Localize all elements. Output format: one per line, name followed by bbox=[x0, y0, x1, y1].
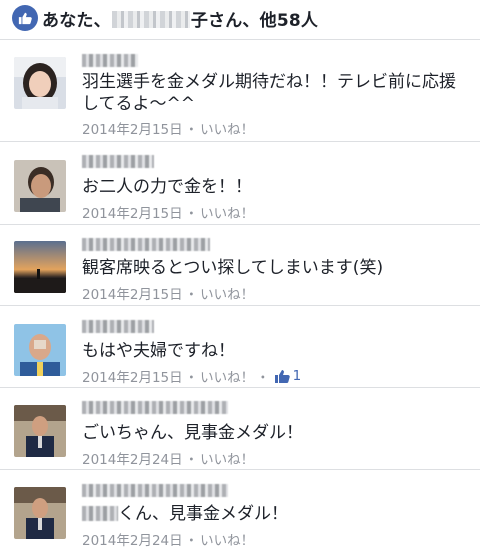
comment-text: 羽生選手を金メダル期待だね！！テレビ前に応援してるよ〜^^ bbox=[82, 72, 456, 114]
comment-meta: 2014年2月15日 ・ いいね！ bbox=[82, 202, 254, 222]
blurred-author-name[interactable] bbox=[82, 401, 228, 414]
avatar[interactable] bbox=[14, 405, 66, 457]
like-link[interactable]: いいね！ bbox=[200, 448, 254, 468]
comment-date[interactable]: 2014年2月15日 bbox=[82, 366, 183, 386]
avatar[interactable] bbox=[14, 487, 66, 539]
comment-item: 観客席映るとつい探してしまいます(笑) 2014年2月15日 ・ いいね！ bbox=[0, 225, 480, 306]
comment-text: くん、見事金メダル！ bbox=[118, 504, 288, 524]
blurred-name bbox=[111, 11, 190, 28]
comment-date[interactable]: 2014年2月24日 bbox=[82, 529, 183, 549]
comment-meta: 2014年2月24日 ・ いいね！ bbox=[82, 448, 254, 468]
likes-summary-text: あなた、 子さん、他58人 bbox=[42, 6, 318, 31]
thumbs-up-icon[interactable] bbox=[274, 368, 290, 384]
blurred-author-name[interactable] bbox=[82, 484, 228, 497]
like-link[interactable]: いいね！ bbox=[200, 118, 254, 138]
like-count[interactable]: 1 bbox=[293, 368, 302, 384]
avatar[interactable] bbox=[14, 57, 66, 109]
like-link[interactable]: いいね！ bbox=[200, 366, 254, 386]
comment-date[interactable]: 2014年2月24日 bbox=[82, 448, 183, 468]
blurred-name-fragment bbox=[82, 506, 118, 521]
meta-separator: ・ bbox=[256, 370, 270, 386]
comment-item: ごいちゃん、見事金メダル！ 2014年2月24日 ・ いいね！ bbox=[0, 388, 480, 470]
likes-suffix: さん、他58人 bbox=[208, 11, 319, 31]
meta-separator: ・ bbox=[184, 452, 199, 468]
likes-prefix: あなた、 bbox=[42, 11, 111, 31]
avatar[interactable] bbox=[14, 241, 66, 293]
blurred-author-name[interactable] bbox=[82, 320, 154, 333]
comment-item: くん、見事金メダル！ 2014年2月24日 ・ いいね！ bbox=[0, 470, 480, 550]
comment-item: 羽生選手を金メダル期待だね！！テレビ前に応援してるよ〜^^ 2014年2月15日… bbox=[0, 41, 480, 142]
like-link[interactable]: いいね！ bbox=[200, 202, 254, 222]
like-link[interactable]: いいね！ bbox=[200, 283, 254, 303]
meta-separator: ・ bbox=[184, 206, 199, 222]
thumbs-up-icon bbox=[12, 5, 38, 31]
likes-summary-bar[interactable]: あなた、 子さん、他58人 bbox=[0, 0, 480, 40]
avatar[interactable] bbox=[14, 324, 66, 376]
comment-meta: 2014年2月24日 ・ いいね！ bbox=[82, 529, 254, 549]
meta-separator: ・ bbox=[184, 533, 199, 549]
blurred-author-name[interactable] bbox=[82, 238, 210, 251]
comment-item: お二人の力で金を！！ 2014年2月15日 ・ いいね！ bbox=[0, 142, 480, 225]
comment-date[interactable]: 2014年2月15日 bbox=[82, 283, 183, 303]
comment-text: お二人の力で金を！！ bbox=[82, 177, 252, 197]
blurred-author-name[interactable] bbox=[82, 155, 154, 168]
meta-separator: ・ bbox=[184, 370, 199, 386]
likes-suffix-char: 子 bbox=[190, 11, 209, 31]
comment-text: ごいちゃん、見事金メダル！ bbox=[82, 423, 303, 443]
comment-meta: 2014年2月15日 ・ いいね！ bbox=[82, 283, 254, 303]
meta-separator: ・ bbox=[184, 287, 199, 303]
comment-meta: 2014年2月15日 ・ いいね！ ・ 1 bbox=[82, 366, 301, 386]
like-link[interactable]: いいね！ bbox=[200, 529, 254, 549]
comment-meta: 2014年2月15日 ・ いいね！ bbox=[82, 118, 254, 138]
meta-separator: ・ bbox=[184, 122, 199, 138]
comment-date[interactable]: 2014年2月15日 bbox=[82, 202, 183, 222]
comment-text: もはや夫婦ですね！ bbox=[82, 341, 235, 361]
comment-text: 観客席映るとつい探してしまいます(笑) bbox=[82, 258, 384, 278]
blurred-author-name[interactable] bbox=[82, 54, 138, 67]
avatar[interactable] bbox=[14, 160, 66, 212]
comment-item: もはや夫婦ですね！ 2014年2月15日 ・ いいね！ ・ 1 bbox=[0, 306, 480, 388]
comment-date[interactable]: 2014年2月15日 bbox=[82, 118, 183, 138]
